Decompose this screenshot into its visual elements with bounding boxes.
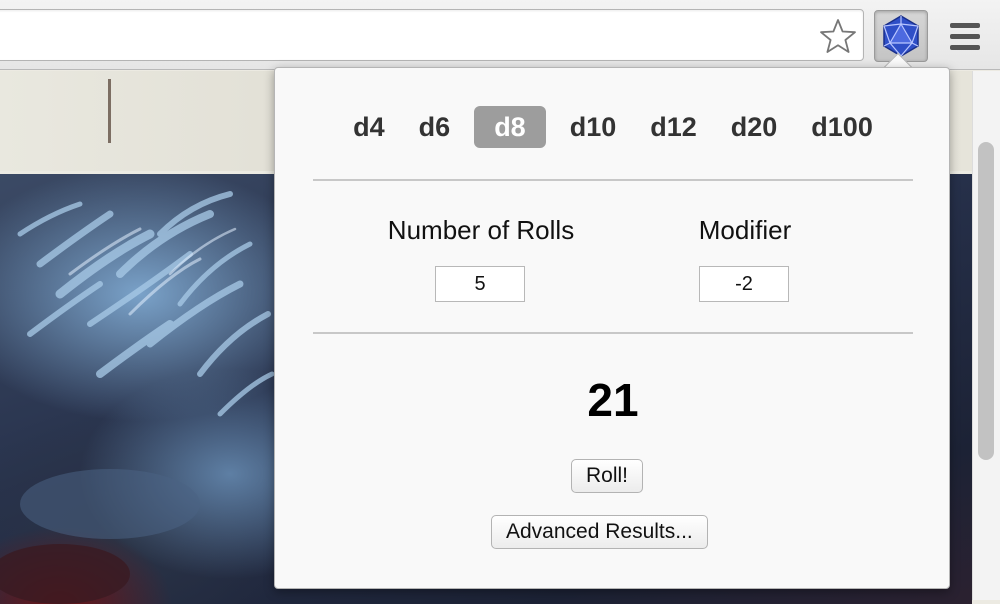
dice-extension-button[interactable] — [874, 10, 928, 62]
dice-roller-popup: d4 d6 d8 d10 d12 d20 d100 Number of Roll… — [274, 67, 950, 589]
modifier-label: Modifier — [698, 215, 792, 245]
modifier-input[interactable] — [699, 266, 789, 302]
address-bar[interactable] — [0, 9, 864, 61]
die-d12[interactable]: d12 — [640, 106, 707, 148]
divider-top — [313, 179, 913, 181]
die-d100[interactable]: d100 — [801, 106, 883, 148]
scrollbar-thumb[interactable] — [978, 142, 994, 460]
divider-bottom — [313, 332, 913, 334]
roll-button[interactable]: Roll! — [571, 459, 644, 493]
die-d10[interactable]: d10 — [560, 106, 627, 148]
die-d8[interactable]: d8 — [474, 106, 546, 148]
d20-dice-icon — [883, 15, 919, 57]
die-d6[interactable]: d6 — [409, 106, 461, 148]
number-of-rolls-input[interactable] — [435, 266, 525, 302]
roll-result: 21 — [587, 374, 639, 426]
header-divider — [108, 79, 111, 143]
hamburger-menu-icon[interactable] — [944, 16, 986, 56]
dice-selector: d4 d6 d8 d10 d12 d20 d100 — [275, 106, 951, 154]
bookmark-star-icon[interactable] — [816, 14, 860, 58]
browser-toolbar — [0, 0, 1000, 70]
advanced-results-button[interactable]: Advanced Results... — [491, 515, 708, 549]
die-d20[interactable]: d20 — [721, 106, 788, 148]
rolls-label: Number of Rolls — [387, 215, 575, 245]
die-d4[interactable]: d4 — [343, 106, 395, 148]
